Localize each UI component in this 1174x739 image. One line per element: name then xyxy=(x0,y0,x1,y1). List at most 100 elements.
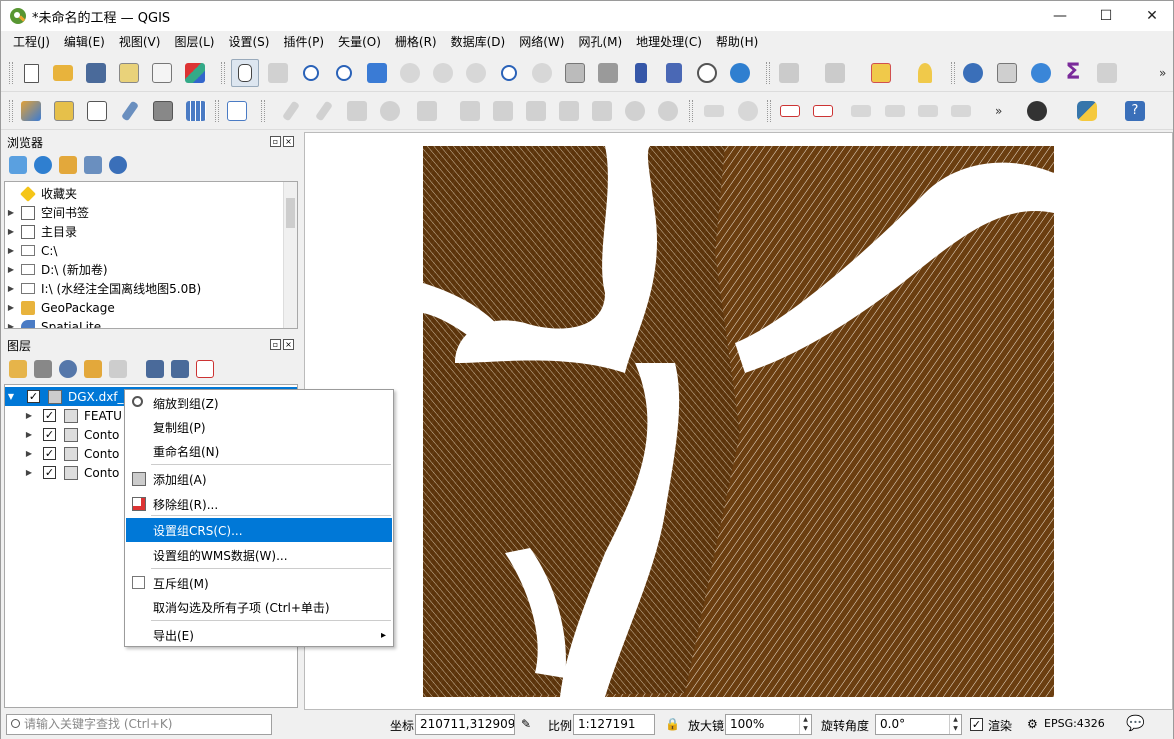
maximize-button[interactable]: ☐ xyxy=(1083,1,1129,31)
context-menu-item[interactable]: 添加组(A) xyxy=(126,467,392,491)
toolbar-grip[interactable] xyxy=(215,100,219,122)
layer-checkbox[interactable]: ✓ xyxy=(43,447,56,460)
menu-item[interactable]: 帮助(H) xyxy=(709,31,765,53)
expand-arrow-icon[interactable]: ▶ xyxy=(23,468,35,477)
new-bookmark-button[interactable] xyxy=(627,59,655,87)
collapse-all-icon[interactable] xyxy=(84,156,102,174)
close-panel-button[interactable]: × xyxy=(283,136,294,147)
remove-layer-icon[interactable] xyxy=(196,360,214,378)
label-tool-button[interactable] xyxy=(700,97,728,125)
manage-visibility-icon[interactable] xyxy=(59,360,77,378)
context-menu-item[interactable]: 取消勾选及所有子项 (Ctrl+单击) xyxy=(126,595,392,619)
open-project-button[interactable] xyxy=(49,59,77,87)
messages-icon[interactable]: 💬 xyxy=(1126,714,1145,732)
toolbar-grip[interactable] xyxy=(261,100,265,122)
menu-item[interactable]: 矢量(O) xyxy=(331,31,388,53)
expand-arrow-icon[interactable]: ▶ xyxy=(5,208,17,217)
attribute-table-select-button[interactable] xyxy=(821,59,849,87)
temporal-controller-button[interactable] xyxy=(693,59,721,87)
new-map-view-button[interactable] xyxy=(561,59,589,87)
zoom-in-button[interactable] xyxy=(297,59,325,87)
crs-button[interactable]: EPSG:4326 xyxy=(1044,717,1105,730)
current-edits-button[interactable] xyxy=(310,97,338,125)
style-manager-button[interactable] xyxy=(181,59,209,87)
layer-subgroup-row[interactable]: ▶ ✓ Conto xyxy=(23,425,119,444)
browser-item[interactable]: ▶ I:\ (水经注全国离线地图5.0B) xyxy=(5,279,201,298)
open-field-calculator-button[interactable] xyxy=(993,59,1021,87)
pan-map-button[interactable] xyxy=(231,59,259,87)
paste-features-button[interactable] xyxy=(588,97,616,125)
coordinate-field[interactable]: 210711,3129095 xyxy=(415,714,515,735)
context-menu-item[interactable]: 缩放到组(Z) xyxy=(126,391,392,415)
menu-item[interactable]: 编辑(E) xyxy=(57,31,112,53)
expand-arrow-icon[interactable]: ▶ xyxy=(5,265,17,274)
minimize-button[interactable]: — xyxy=(1037,1,1083,31)
refresh-icon[interactable] xyxy=(34,156,52,174)
context-menu-item[interactable]: 重命名组(N) xyxy=(126,439,392,463)
new-shapefile-button[interactable] xyxy=(149,97,177,125)
browser-item[interactable]: 收藏夹 xyxy=(5,184,77,203)
data-source-manager-button[interactable] xyxy=(17,97,45,125)
collapse-all-icon[interactable] xyxy=(171,360,189,378)
move-label-button[interactable] xyxy=(947,97,975,125)
expand-arrow-icon[interactable]: ▶ xyxy=(23,411,35,420)
new-3d-map-button[interactable] xyxy=(594,59,622,87)
browser-item[interactable]: ▶ SpatiaLite xyxy=(5,317,101,328)
label-pin-button[interactable] xyxy=(734,97,762,125)
processing-toolbox-button[interactable] xyxy=(1027,59,1055,87)
info-icon[interactable] xyxy=(109,156,127,174)
float-panel-button[interactable]: ▫ xyxy=(270,136,281,147)
undo-button[interactable] xyxy=(621,97,649,125)
layer-diagram-button[interactable] xyxy=(809,97,837,125)
measure-button[interactable] xyxy=(911,59,939,87)
toolbar-grip[interactable] xyxy=(689,100,693,122)
menu-item[interactable]: 图层(L) xyxy=(167,31,221,53)
deselect-all-button[interactable] xyxy=(867,59,895,87)
map-canvas[interactable] xyxy=(304,132,1173,710)
expand-all-icon[interactable] xyxy=(146,360,164,378)
new-project-button[interactable] xyxy=(17,59,45,87)
toolbar-grip[interactable] xyxy=(767,100,771,122)
toolbar-overflow-button[interactable]: » xyxy=(1159,66,1166,80)
zoom-last-button[interactable] xyxy=(495,59,523,87)
expand-arrow-icon[interactable]: ▼ xyxy=(5,392,17,401)
toolbar-grip[interactable] xyxy=(9,100,13,122)
lock-scale-icon[interactable]: 🔒 xyxy=(665,717,680,731)
menu-item[interactable]: 栅格(R) xyxy=(388,31,444,53)
magnifier-spinbox[interactable]: 100% ▲ ▼ xyxy=(725,714,812,735)
context-menu-item[interactable]: 设置组的WMS数据(W)... xyxy=(126,543,392,567)
toolbar-grip[interactable] xyxy=(951,62,955,84)
context-menu-item[interactable]: 互斥组(M) xyxy=(126,571,392,595)
layer-checkbox[interactable]: ✓ xyxy=(43,409,56,422)
render-checkbox[interactable]: ✓ xyxy=(970,718,983,731)
browser-tree[interactable]: 收藏夹 ▶ 空间书签 ▶ 主目录 ▶ C:\ ▶ D:\ (新加卷) ▶ I:\ (水经注全国离线地… xyxy=(4,181,298,329)
attribute-table-button[interactable] xyxy=(1093,59,1121,87)
toolbar-grip[interactable] xyxy=(221,62,225,84)
filter-legend-icon[interactable] xyxy=(84,360,102,378)
save-project-button[interactable] xyxy=(82,59,110,87)
toolbar-overflow-button[interactable]: » xyxy=(995,104,1002,118)
close-button[interactable]: ✕ xyxy=(1129,1,1174,31)
new-print-layout-button[interactable] xyxy=(115,59,143,87)
show-hide-labels-button[interactable] xyxy=(914,97,942,125)
identify-features-button[interactable] xyxy=(959,59,987,87)
expand-arrow-icon[interactable]: ▶ xyxy=(5,303,17,312)
add-digitize-button[interactable] xyxy=(116,97,144,125)
plugin-button[interactable] xyxy=(1023,97,1051,125)
add-group-icon[interactable] xyxy=(34,360,52,378)
layer-checkbox[interactable]: ✓ xyxy=(43,428,56,441)
float-panel-button[interactable]: ▫ xyxy=(270,339,281,350)
browser-item[interactable]: ▶ 空间书签 xyxy=(5,203,89,222)
browser-item[interactable]: ▶ D:\ (新加卷) xyxy=(5,260,108,279)
browser-scrollbar[interactable] xyxy=(283,182,297,328)
add-selected-layers-icon[interactable] xyxy=(9,156,27,174)
menu-item[interactable]: 数据库(D) xyxy=(444,31,513,53)
context-menu-item[interactable]: 移除组(R)... xyxy=(126,492,392,516)
filter-icon[interactable] xyxy=(59,156,77,174)
menu-checkbox[interactable] xyxy=(132,576,145,589)
zoom-out-button[interactable] xyxy=(330,59,358,87)
menu-item[interactable]: 工程(J) xyxy=(6,31,57,53)
layer-labeling-button[interactable] xyxy=(776,97,804,125)
extent-toggle-icon[interactable]: ✎ xyxy=(521,717,531,731)
menu-item[interactable]: 设置(S) xyxy=(222,31,277,53)
